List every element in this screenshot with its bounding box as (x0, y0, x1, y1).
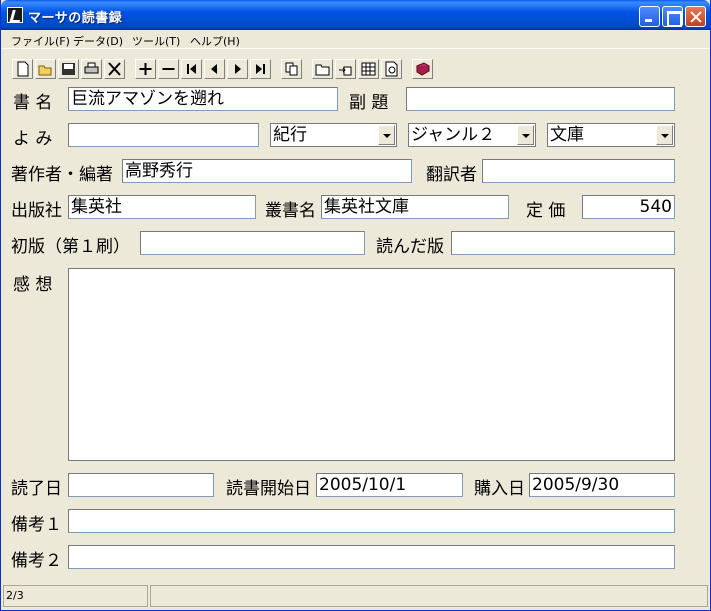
reading-label: よ み (13, 129, 53, 149)
save-icon[interactable] (58, 59, 79, 79)
impressions-label: 感 想 (13, 275, 53, 295)
genre2-select[interactable]: ジャンル２ (408, 123, 536, 147)
close-button[interactable] (685, 6, 706, 27)
impressions-textarea[interactable] (68, 268, 675, 461)
minimize-button[interactable] (639, 6, 660, 27)
preview-icon[interactable] (381, 59, 402, 79)
folder-icon[interactable] (312, 59, 333, 79)
started-label: 読書開始日 (226, 479, 311, 499)
subtitle-label: 副 題 (349, 93, 389, 113)
publisher-field[interactable]: 集英社 (68, 195, 256, 219)
title-label: 書 名 (13, 93, 53, 113)
menu-tools[interactable]: ツール(T) (132, 33, 180, 49)
record-position: 2/3 (3, 585, 148, 607)
started-field[interactable]: 2005/10/1 (316, 473, 463, 497)
purchased-label: 購入日 (474, 479, 525, 499)
status-pane-main (150, 585, 708, 607)
read-edition-field[interactable] (451, 231, 675, 255)
author-field[interactable]: 高野秀行 (122, 159, 412, 183)
note1-field[interactable] (68, 509, 675, 533)
toolbar (1, 50, 710, 84)
print-icon[interactable] (81, 59, 102, 79)
app-icon[interactable] (7, 7, 23, 23)
finished-field[interactable] (68, 473, 214, 497)
open-icon[interactable] (35, 59, 56, 79)
chevron-down-icon[interactable] (517, 125, 534, 145)
menu-file[interactable]: ファイル(F) (11, 33, 70, 49)
remove-icon[interactable] (158, 59, 179, 79)
publisher-label: 出版社 (11, 201, 62, 221)
delete-icon[interactable] (104, 59, 125, 79)
purchased-field[interactable]: 2005/9/30 (529, 473, 675, 497)
title-bar[interactable]: マーサの読書録 (1, 0, 710, 30)
note1-label: 備考１ (11, 515, 62, 535)
reading-field[interactable] (68, 123, 259, 147)
export-icon[interactable] (335, 59, 356, 79)
app-window: マーサの読書録 ファイル(F) データ(D) ツール(T) ヘルプ(H) 書 名… (0, 0, 711, 611)
chevron-down-icon[interactable] (656, 125, 673, 145)
menu-data[interactable]: データ(D) (73, 33, 123, 49)
status-bar: 2/3 (1, 585, 710, 609)
maximize-button[interactable] (662, 6, 683, 27)
note2-field[interactable] (68, 545, 675, 569)
copy-icon[interactable] (281, 59, 302, 79)
window-title: マーサの読書録 (28, 11, 123, 26)
chevron-down-icon[interactable] (378, 125, 395, 145)
price-field[interactable]: 540 (582, 195, 675, 219)
menu-bar: ファイル(F) データ(D) ツール(T) ヘルプ(H) (1, 30, 710, 49)
category-select[interactable]: 紀行 (270, 123, 397, 147)
format-value: 文庫 (550, 125, 584, 145)
finished-label: 読了日 (11, 479, 62, 499)
title-field[interactable]: 巨流アマゾンを遡れ (68, 87, 338, 111)
note2-label: 備考２ (11, 551, 62, 571)
add-icon[interactable] (135, 59, 156, 79)
next-icon[interactable] (227, 59, 248, 79)
translator-label: 翻訳者 (426, 165, 477, 185)
prev-icon[interactable] (204, 59, 225, 79)
format-select[interactable]: 文庫 (547, 123, 675, 147)
last-icon[interactable] (250, 59, 271, 79)
translator-field[interactable] (482, 159, 675, 183)
book-icon[interactable] (412, 59, 433, 79)
price-label: 定 価 (526, 201, 566, 221)
genre2-value: ジャンル２ (411, 125, 496, 145)
first-icon[interactable] (181, 59, 202, 79)
first-edition-field[interactable] (140, 231, 365, 255)
first-edition-label: 初版（第１刷） (11, 237, 130, 257)
category-value: 紀行 (273, 125, 307, 145)
menu-help[interactable]: ヘルプ(H) (190, 33, 240, 49)
table-icon[interactable] (358, 59, 379, 79)
series-field[interactable]: 集英社文庫 (321, 195, 509, 219)
read-edition-label: 読んだ版 (376, 237, 444, 257)
subtitle-field[interactable] (406, 87, 675, 111)
author-label: 著作者・編著 (11, 165, 113, 185)
new-icon[interactable] (12, 59, 33, 79)
series-label: 叢書名 (265, 201, 316, 221)
